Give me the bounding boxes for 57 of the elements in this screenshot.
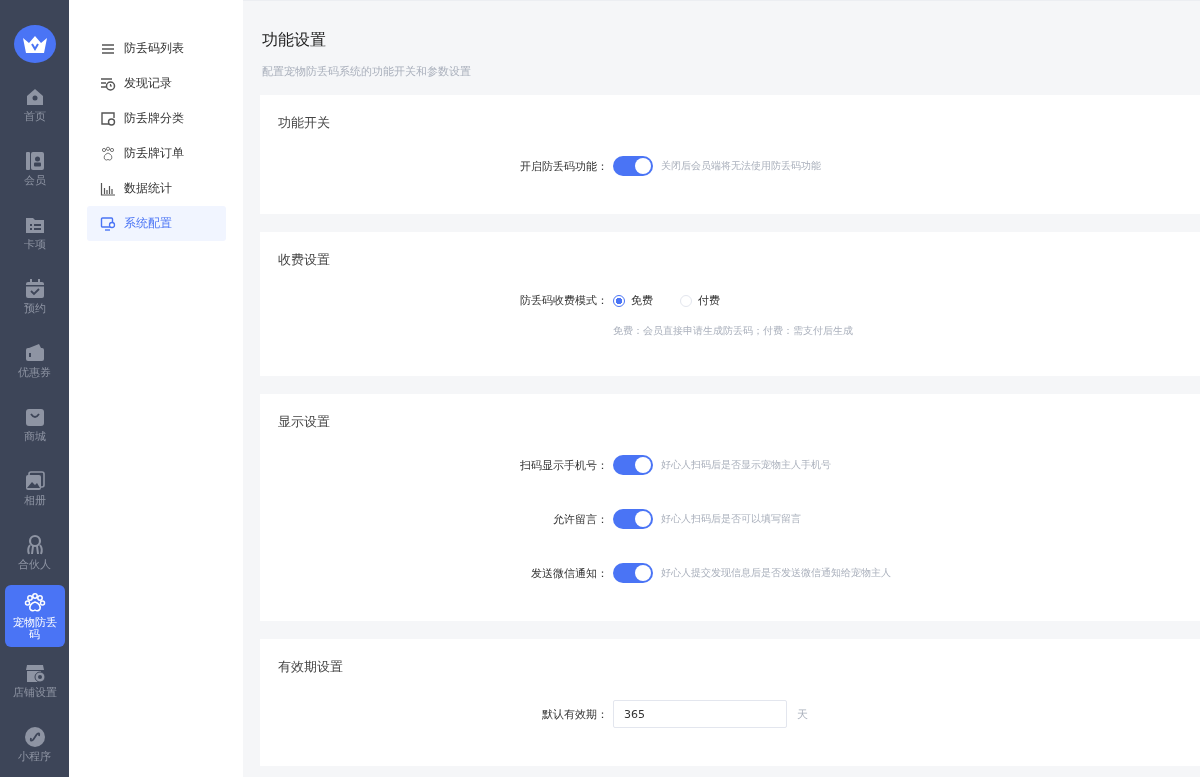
field-note: 免费：会员直接申请生成防丢码；付费：需支付后生成 — [613, 324, 853, 338]
nav-item[interactable]: 卡项 — [4, 201, 65, 263]
calendar-check-icon — [23, 277, 46, 300]
toggle-switch[interactable] — [613, 156, 653, 176]
section-title: 功能开关 — [278, 114, 331, 132]
section-title: 收费设置 — [278, 251, 331, 269]
field-hint: 关闭后会员端将无法使用防丢码功能 — [661, 159, 821, 173]
submenu-item[interactable]: 防丢牌分类 — [87, 101, 226, 136]
nav-item[interactable]: 会员 — [4, 137, 65, 199]
nav-item[interactable]: 首页 — [4, 73, 65, 135]
submenu-item[interactable]: 防丢码列表 — [87, 31, 226, 66]
list-clock-icon — [100, 75, 116, 92]
submenu-item[interactable]: 系统配置 — [87, 206, 226, 241]
monitor-gear-icon — [100, 215, 116, 232]
field-label: 防丢码收费模式： — [519, 293, 608, 308]
wallet-icon — [23, 341, 46, 364]
frame-gear-icon — [100, 110, 116, 127]
nav-item[interactable]: 预约 — [4, 265, 65, 327]
radio-button[interactable] — [613, 294, 625, 307]
submenu-item[interactable]: 防丢牌订单 — [87, 136, 226, 171]
toggle-switch[interactable] — [613, 455, 653, 475]
field-hint: 好心人扫码后是否显示宠物主人手机号 — [661, 458, 831, 472]
radio-option[interactable]: 付费 — [680, 293, 720, 308]
field-hint: 好心人提交发现信息后是否发送微信通知给宠物主人 — [661, 566, 891, 580]
page-title: 功能设置 — [262, 30, 327, 51]
toggle-switch[interactable] — [613, 509, 653, 529]
paw-icon — [23, 591, 46, 614]
nav-item[interactable]: 优惠券 — [4, 329, 65, 391]
toggle-switch[interactable] — [613, 563, 653, 583]
nav-item[interactable]: 合伙人 — [4, 521, 65, 583]
nav-item[interactable]: 店铺设置 — [4, 649, 65, 711]
field-label: 扫码显示手机号： — [519, 457, 608, 473]
crown-logo-icon — [13, 25, 56, 63]
member-card-icon — [23, 149, 46, 172]
nav-item[interactable]: 相册 — [4, 457, 65, 519]
paw-icon — [100, 145, 116, 162]
submenu-item[interactable]: 数据统计 — [87, 171, 226, 206]
field-label: 发送微信通知： — [530, 565, 608, 581]
bar-chart-icon — [100, 180, 116, 197]
field-label: 默认有效期： — [541, 706, 608, 722]
radio-label: 付费 — [698, 293, 720, 308]
field-hint: 好心人扫码后是否可以填写留言 — [661, 512, 801, 526]
section-title: 有效期设置 — [278, 658, 344, 676]
page-subtitle: 配置宠物防丢码系统的功能开关和参数设置 — [262, 64, 472, 79]
submenu-item[interactable]: 发现记录 — [87, 66, 226, 101]
nav-item[interactable]: 商城 — [4, 393, 65, 455]
unit-label: 天 — [797, 706, 808, 722]
number-input-field[interactable]: 365 — [613, 700, 787, 728]
section-title: 显示设置 — [278, 413, 331, 431]
radio-option[interactable]: 免费 — [613, 293, 653, 308]
field-label: 允许留言： — [552, 511, 608, 527]
link-circle-icon — [23, 725, 46, 748]
nav-item[interactable]: 小程序 — [4, 713, 65, 775]
field-label: 开启防丢码功能： — [519, 158, 608, 174]
photo-album-icon — [23, 469, 46, 492]
radio-label: 免费 — [631, 293, 653, 308]
nav-item[interactable]: 宠物防丢码 — [4, 585, 65, 647]
